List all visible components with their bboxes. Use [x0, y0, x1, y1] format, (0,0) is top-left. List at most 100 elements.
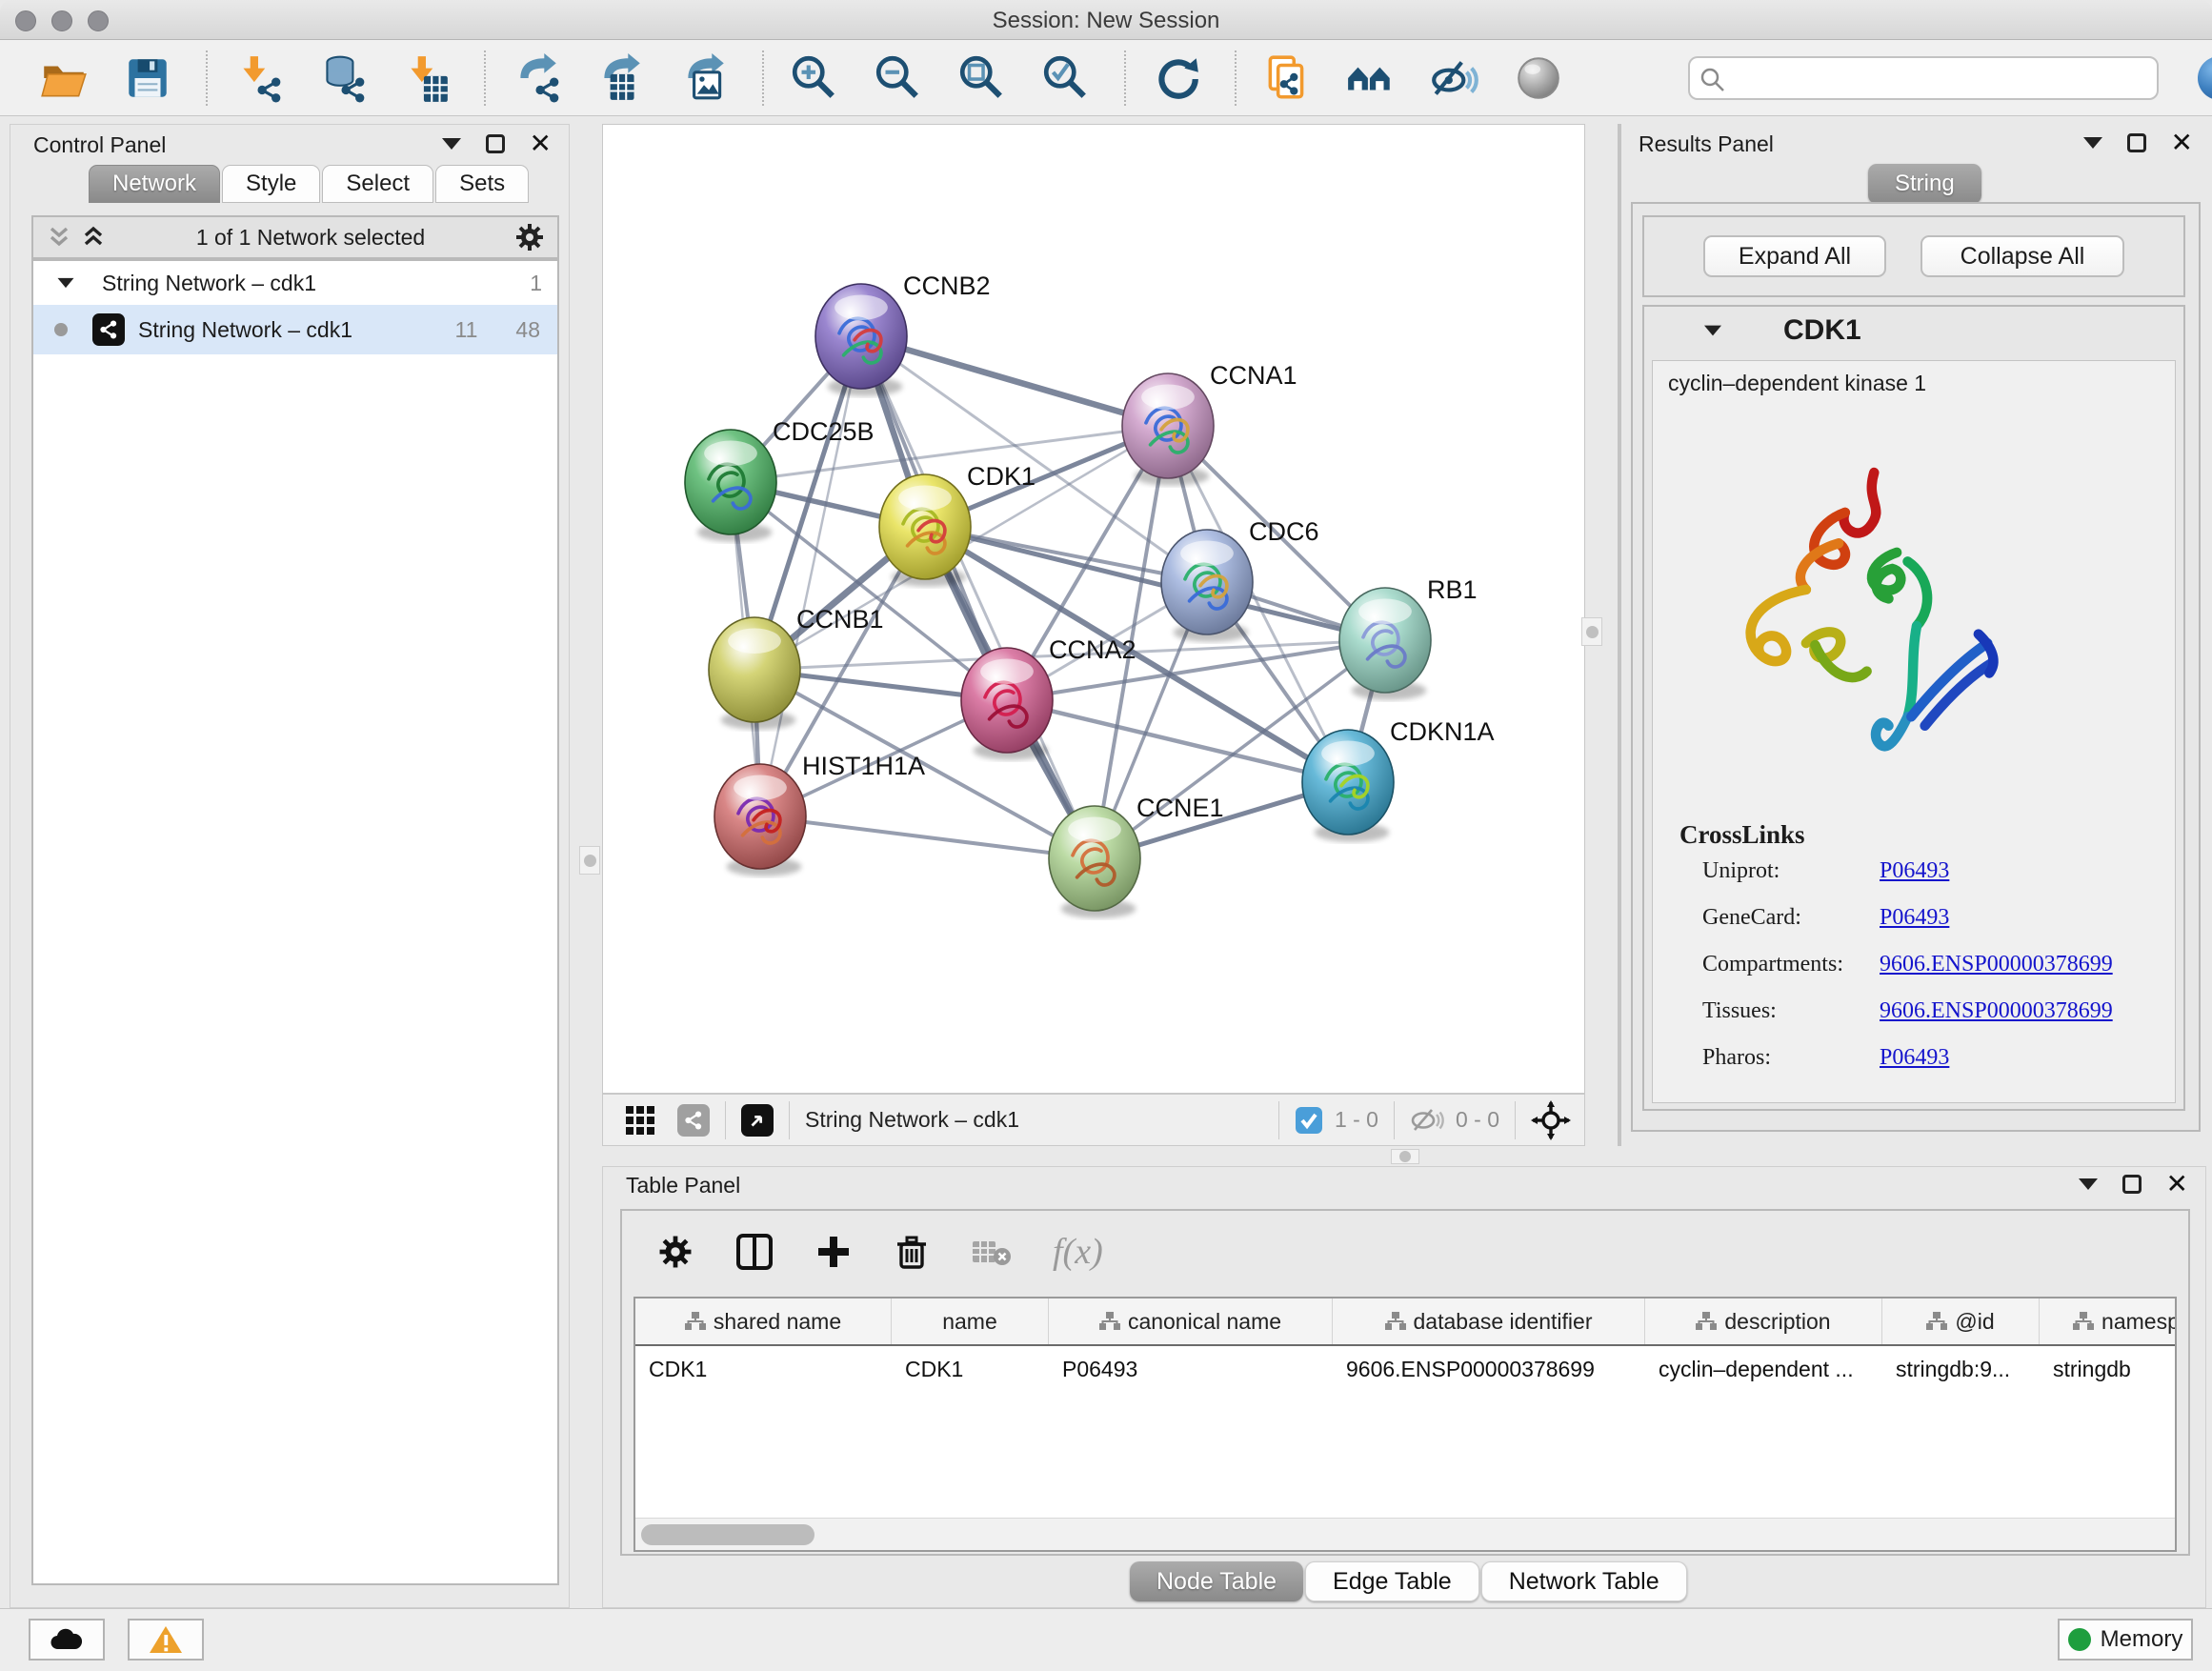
network-node-rb1[interactable]: RB1	[1339, 575, 1478, 700]
search-input[interactable]	[1732, 60, 2151, 96]
table-cell[interactable]: stringdb	[2040, 1346, 2177, 1392]
open-session-icon[interactable]	[38, 52, 90, 104]
table-cell[interactable]: P06493	[1049, 1346, 1333, 1392]
network-node-ccne1[interactable]: CCNE1	[1049, 794, 1224, 918]
column-header-shared-name[interactable]: shared name	[635, 1299, 892, 1344]
expand-all-icon[interactable]	[79, 223, 108, 252]
network-row-selected[interactable]: String Network – cdk1 11 48	[33, 305, 557, 354]
table-cell[interactable]: CDK1	[892, 1346, 1049, 1392]
table-cell[interactable]: CDK1	[635, 1346, 892, 1392]
protein-expander-icon[interactable]	[1704, 326, 1721, 336]
table-panel-close-icon[interactable]: ✕	[2166, 1175, 2188, 1194]
network-node-hist1h1a[interactable]: HIST1H1A	[714, 752, 925, 876]
network-node-cdkn1a[interactable]: CDKN1A	[1302, 717, 1495, 842]
network-node-ccnb2[interactable]: CCNB2	[815, 272, 991, 396]
crosslink-link[interactable]: P06493	[1880, 858, 1949, 884]
export-image-icon[interactable]	[678, 52, 730, 104]
export-network-icon[interactable]	[511, 52, 562, 104]
fit-content-crosshair-icon[interactable]	[1531, 1100, 1571, 1140]
tab-select[interactable]: Select	[322, 165, 433, 203]
crosslink-link[interactable]: P06493	[1880, 905, 1949, 931]
right-splitter[interactable]	[1618, 124, 1621, 1146]
protein-card-header[interactable]: CDK1	[1644, 307, 2183, 354]
network-collection-row[interactable]: String Network – cdk1 1	[33, 261, 557, 305]
table-panel-menu-icon[interactable]	[2079, 1178, 2098, 1190]
grid-view-icon[interactable]	[624, 1104, 656, 1137]
network-node-ccnb1[interactable]: CCNB1	[709, 605, 884, 730]
right-splitter-handle[interactable]	[1581, 617, 1602, 646]
import-table-icon[interactable]	[400, 52, 452, 104]
import-network-icon[interactable]	[232, 52, 284, 104]
inspector-icon[interactable]	[1513, 52, 1564, 104]
tab-network-table[interactable]: Network Table	[1481, 1561, 1687, 1601]
table-settings-gear-icon[interactable]	[656, 1233, 694, 1271]
collapse-all-icon[interactable]	[45, 223, 73, 252]
network-node-ccna2[interactable]: CCNA2	[961, 635, 1136, 760]
network-options-gear-icon[interactable]	[513, 221, 546, 253]
import-database-icon[interactable]	[316, 52, 368, 104]
add-column-icon[interactable]	[814, 1233, 853, 1271]
collection-expander-icon[interactable]	[58, 278, 74, 288]
control-panel-close-icon[interactable]: ✕	[530, 134, 552, 153]
refresh-icon[interactable]	[1151, 52, 1202, 104]
zoom-fit-icon[interactable]	[956, 52, 1008, 104]
crosslink-link[interactable]: P06493	[1880, 1045, 1949, 1071]
string-import-icon[interactable]	[1261, 52, 1313, 104]
network-share-icon[interactable]	[677, 1104, 710, 1137]
column-header-description[interactable]: description	[1645, 1299, 1882, 1344]
save-session-icon[interactable]	[122, 52, 173, 104]
control-panel-float-icon[interactable]	[486, 134, 505, 153]
tab-network[interactable]: Network	[89, 165, 220, 203]
tab-style[interactable]: Style	[222, 165, 320, 203]
bottom-splitter-handle[interactable]	[1391, 1149, 1419, 1164]
results-panel-menu-icon[interactable]	[2083, 137, 2102, 149]
table-cell[interactable]: cyclin–dependent ...	[1645, 1346, 1882, 1392]
crosslink-link[interactable]: 9606.ENSP00000378699	[1880, 998, 2113, 1024]
tab-string[interactable]: String	[1868, 164, 1981, 204]
network-node-cdc6[interactable]: CDC6	[1161, 517, 1319, 642]
network-node-cdc25b[interactable]: CDC25B	[685, 417, 875, 542]
table-cell[interactable]: stringdb:9...	[1882, 1346, 2040, 1392]
delete-column-trash-icon[interactable]	[893, 1233, 931, 1271]
column-header-database-identifier[interactable]: database identifier	[1333, 1299, 1645, 1344]
network-node-cdk1[interactable]: CDK1	[879, 462, 1036, 587]
warning-button[interactable]	[128, 1619, 204, 1661]
selected-checkbox-icon[interactable]	[1295, 1106, 1323, 1135]
left-splitter-handle[interactable]	[579, 846, 600, 875]
table-row[interactable]: CDK1CDK1P064939606.ENSP00000378699cyclin…	[635, 1346, 2175, 1392]
hidden-eye-icon[interactable]	[1410, 1106, 1444, 1135]
network-edge[interactable]	[760, 336, 861, 816]
table-panel-float-icon[interactable]	[2122, 1175, 2142, 1194]
table-hscrollbar[interactable]	[635, 1518, 2175, 1550]
zoom-in-icon[interactable]	[789, 52, 840, 104]
network-canvas[interactable]: CCNB2CCNA1CDC25BCDK1CDC6RB1CCNB1CCNA2CDK…	[602, 124, 1585, 1094]
network-edge[interactable]	[760, 816, 1095, 858]
results-panel-float-icon[interactable]	[2127, 133, 2146, 152]
tab-sets[interactable]: Sets	[435, 165, 529, 203]
network-edge[interactable]	[861, 336, 1168, 426]
delete-table-icon[interactable]	[971, 1236, 1013, 1268]
table-cell[interactable]: 9606.ENSP00000378699	[1333, 1346, 1645, 1392]
zoom-selected-icon[interactable]	[1040, 52, 1092, 104]
export-table-icon[interactable]	[594, 52, 646, 104]
control-panel-menu-icon[interactable]	[442, 138, 461, 150]
expand-all-button[interactable]: Expand All	[1703, 235, 1886, 277]
tab-edge-table[interactable]: Edge Table	[1305, 1561, 1479, 1601]
zoom-out-icon[interactable]	[873, 52, 924, 104]
help-button[interactable]: ?	[2197, 55, 2212, 101]
cloud-button[interactable]	[29, 1619, 105, 1661]
collapse-all-button[interactable]: Collapse All	[1920, 235, 2124, 277]
memory-button[interactable]: Memory	[2058, 1619, 2193, 1661]
tab-node-table[interactable]: Node Table	[1130, 1561, 1303, 1601]
houses-icon[interactable]	[1345, 52, 1397, 104]
column-header-id[interactable]: @id	[1882, 1299, 2040, 1344]
column-header-canonical-name[interactable]: canonical name	[1049, 1299, 1333, 1344]
hide-gui-icon[interactable]	[1429, 52, 1480, 104]
crosslink-link[interactable]: 9606.ENSP00000378699	[1880, 952, 2113, 977]
results-panel-close-icon[interactable]: ✕	[2171, 133, 2193, 152]
birds-eye-view-icon[interactable]	[741, 1104, 774, 1137]
function-builder-icon[interactable]: f(x)	[1053, 1231, 1103, 1273]
column-header-namespace[interactable]: namespace	[2040, 1299, 2177, 1344]
show-columns-icon[interactable]	[734, 1232, 774, 1272]
column-header-name[interactable]: name	[892, 1299, 1049, 1344]
